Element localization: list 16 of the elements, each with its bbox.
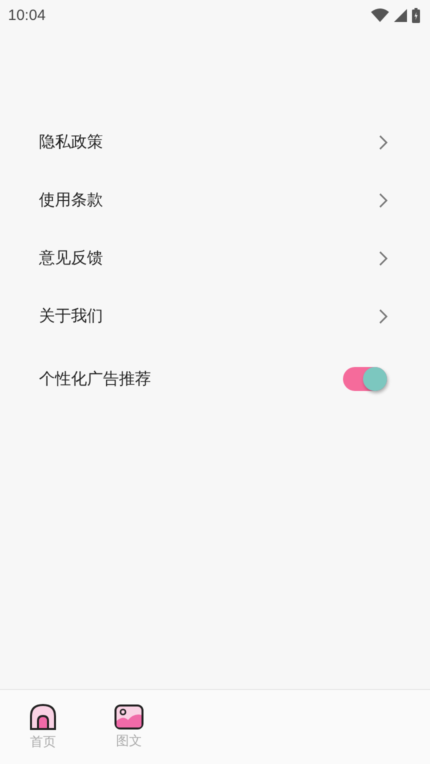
status-time: 10:04 bbox=[8, 6, 46, 24]
chevron-icon bbox=[379, 192, 388, 208]
chevron-icon bbox=[379, 134, 388, 150]
wifi-icon bbox=[371, 8, 389, 22]
signal-icon bbox=[394, 8, 407, 22]
setting-label: 个性化广告推荐 bbox=[39, 368, 151, 390]
chevron-icon bbox=[379, 308, 388, 324]
settings-item[interactable]: 使用条款 bbox=[0, 171, 430, 229]
settings-item[interactable]: 意见反馈 bbox=[0, 229, 430, 287]
settings-item[interactable]: 隐私政策 bbox=[0, 113, 430, 171]
battery-icon bbox=[412, 8, 420, 22]
chevron-icon bbox=[379, 250, 388, 266]
settings-item[interactable]: 关于我们 bbox=[0, 287, 430, 345]
house-icon bbox=[28, 703, 58, 731]
image-icon bbox=[114, 704, 144, 730]
toggle-switch[interactable] bbox=[343, 367, 387, 391]
